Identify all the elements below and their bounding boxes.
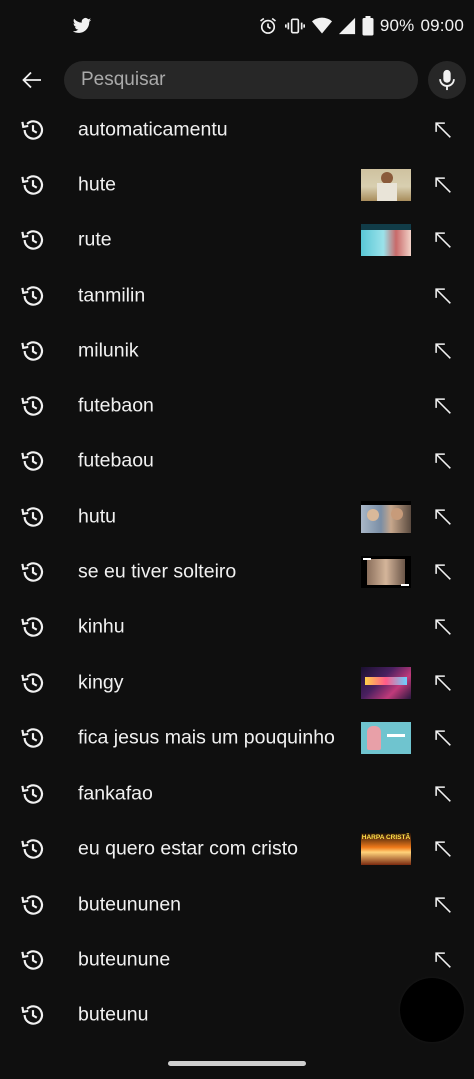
history-icon [20,725,46,751]
fill-query-arrow-icon[interactable] [432,229,454,251]
history-item-text: fica jesus mais um pouquinho [78,726,335,749]
history-item-text: milunik [78,339,139,362]
history-icon [20,283,46,309]
search-box[interactable] [64,61,418,99]
history-item[interactable]: kingy [0,655,474,710]
history-icon [20,172,46,198]
fill-query-arrow-icon[interactable] [432,450,454,472]
status-icons: 90% 09:00 [258,14,464,38]
history-item-text: hute [78,173,116,196]
back-arrow-icon [22,71,41,89]
fill-query-arrow-icon[interactable] [432,119,454,141]
history-item[interactable]: tanmilin [0,268,474,323]
battery-icon [362,16,374,36]
history-item-text: eu quero estar com cristo [78,837,299,860]
video-thumbnail [361,500,411,533]
fill-query-arrow-icon[interactable] [432,727,454,749]
fill-query-arrow-icon[interactable] [432,174,454,196]
fill-query-arrow-icon[interactable] [432,340,454,362]
vibrate-icon [284,18,305,34]
microphone-icon [439,69,455,91]
fill-query-arrow-icon[interactable] [432,949,454,971]
video-thumbnail: HARPA CRISTÃ [361,833,411,866]
history-item[interactable]: eu quero estar com cristo HARPA CRISTÃ [0,822,474,877]
history-icon [20,614,46,640]
history-icon [20,836,46,862]
history-icon [20,117,46,143]
status-bar: 90% 09:00 [0,0,474,52]
thumbnail-title: HARPA CRISTÃ [361,834,411,842]
history-item[interactable]: futebaou [0,434,474,489]
history-item-text: tanmilin [78,284,146,307]
history-item[interactable]: fankafao [0,766,474,821]
history-item[interactable]: hute [0,157,474,212]
history-item[interactable]: automaticamentu [0,102,474,157]
alarm-icon [259,17,276,34]
floating-button[interactable] [400,978,464,1042]
history-item-text: futebaon [78,394,154,417]
history-item-text: buteununen [78,893,182,915]
history-item-text: kingy [78,671,124,694]
history-icon [20,670,46,696]
fill-query-arrow-icon[interactable] [432,672,454,694]
signal-icon [338,17,355,35]
video-thumbnail [361,168,411,201]
history-item-text: hutu [78,505,116,528]
history-item[interactable]: buteunune [0,932,474,987]
search-history-list: automaticamentu hute rute tanmilin milunik fu… [0,102,474,1043]
video-thumbnail [361,722,411,755]
history-icon [20,393,46,419]
search-input[interactable] [79,68,403,92]
history-item[interactable]: milunik [0,323,474,378]
history-item-text: futebaou [78,449,154,472]
fill-query-arrow-icon[interactable] [432,561,454,583]
history-icon [20,1002,46,1028]
fill-query-arrow-icon[interactable] [432,616,454,638]
history-icon [20,559,46,585]
battery-percentage: 90% [379,16,415,35]
history-icon [20,448,46,474]
fill-query-arrow-icon[interactable] [432,894,454,916]
back-button[interactable] [14,62,50,98]
history-icon [20,947,46,973]
history-item[interactable]: futebaon [0,378,474,433]
history-item[interactable]: kinhu [0,600,474,655]
fill-query-arrow-icon[interactable] [432,783,454,805]
history-item-text: se eu tiver solteiro [78,560,237,583]
voice-search-button[interactable] [428,61,466,99]
video-thumbnail [361,556,411,589]
fill-query-arrow-icon[interactable] [432,395,454,417]
history-item-text: fankafao [78,782,153,805]
history-item[interactable]: se eu tiver solteiro [0,544,474,599]
history-item-text: kinhu [78,615,125,638]
history-icon [20,227,46,253]
history-item-text: automaticamentu [78,118,228,141]
history-item-text: buteunune [78,948,171,971]
history-icon [20,338,46,364]
history-icon [20,781,46,807]
twitter-icon [72,18,92,33]
video-thumbnail [361,666,411,699]
fill-query-arrow-icon[interactable] [432,506,454,528]
history-item-text: buteunu [78,1003,149,1026]
history-item[interactable]: rute [0,213,474,268]
history-icon [20,504,46,530]
history-item[interactable]: hutu [0,489,474,544]
history-item-text: rute [78,228,112,251]
wifi-icon [311,17,332,34]
search-header [0,58,474,102]
history-item[interactable]: fica jesus mais um pouquinho [0,710,474,766]
home-indicator[interactable] [168,1061,306,1066]
clock: 09:00 [420,16,464,35]
fill-query-arrow-icon[interactable] [432,838,454,860]
fill-query-arrow-icon[interactable] [432,285,454,307]
history-item[interactable]: buteununen [0,877,474,932]
history-icon [20,892,46,918]
video-thumbnail [361,224,411,257]
